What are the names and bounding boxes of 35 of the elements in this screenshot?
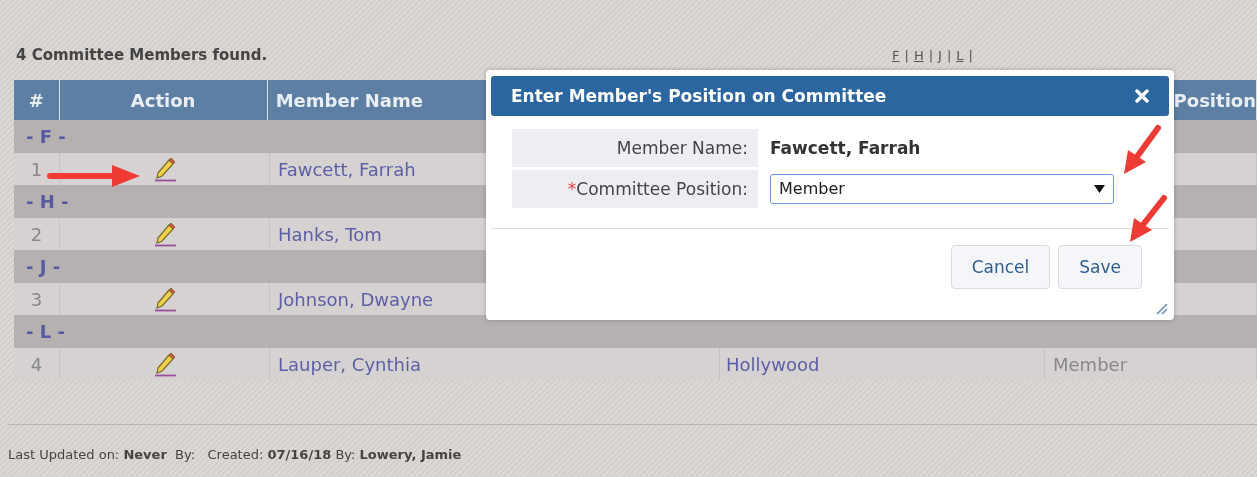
letter-link[interactable]: F: [892, 47, 900, 63]
member-name-link[interactable]: Hanks, Tom: [278, 223, 382, 245]
group-label: - L -: [26, 321, 65, 342]
group-label: - F -: [26, 126, 66, 147]
field-label: *Committee Position:: [512, 169, 758, 208]
table-cell: Hollywood: [726, 353, 820, 375]
column-header: Position: [1173, 89, 1256, 111]
separator: |: [968, 47, 973, 63]
annotation-arrow: [1128, 194, 1168, 244]
separator: |: [904, 47, 909, 63]
group-label: - H -: [26, 191, 69, 212]
member-name-link[interactable]: Fawcett, Farrah: [278, 158, 416, 180]
row-number: 2: [30, 223, 43, 245]
member-name-link[interactable]: Lauper, Cynthia: [278, 353, 421, 375]
row-number: 1: [30, 158, 43, 180]
close-icon[interactable]: [1135, 89, 1149, 103]
dialog-button[interactable]: Save: [1058, 245, 1142, 289]
field-label: Member Name:: [512, 128, 758, 167]
record-info-text: Last Updated on: Never By: Created: 07/16/18 By: Lowery, Jamie: [8, 446, 463, 462]
row-number: 3: [30, 288, 43, 310]
letter-link[interactable]: J: [938, 47, 942, 63]
results-summary: 4 Committee Members found.: [16, 45, 269, 64]
separator: |: [946, 47, 952, 63]
resize-grip-icon[interactable]: [1154, 301, 1168, 315]
annotation-arrow: [1122, 124, 1162, 176]
separator: |: [928, 47, 934, 63]
table-cell: Member: [1053, 353, 1128, 375]
row-number: 4: [30, 353, 43, 375]
group-label: - J -: [26, 256, 61, 277]
letter-link[interactable]: H: [913, 47, 924, 63]
member-name-link[interactable]: Johnson, Dwayne: [278, 288, 434, 310]
member-name-value: Fawcett, Farrah: [770, 137, 921, 158]
dialog-button[interactable]: Cancel: [950, 245, 1051, 289]
position-dropdown[interactable]: Member: [770, 173, 1114, 204]
letter-link[interactable]: L: [956, 47, 964, 63]
